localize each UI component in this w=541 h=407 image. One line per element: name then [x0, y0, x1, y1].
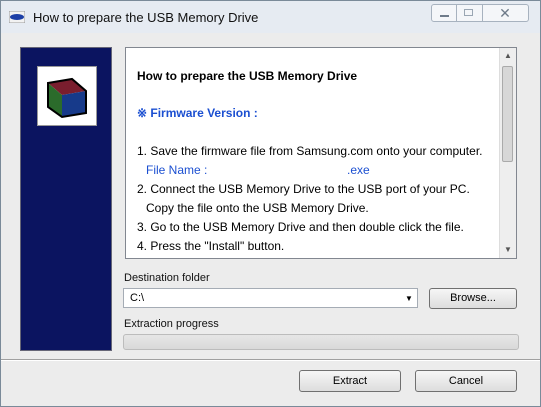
samsung-app-icon — [8, 10, 26, 24]
firmware-version-label: ※ Firmware Version : — [137, 106, 258, 120]
extract-button[interactable]: Extract — [299, 370, 401, 392]
browse-button[interactable]: Browse... — [429, 288, 517, 309]
cancel-button[interactable]: Cancel — [415, 370, 517, 392]
title-bar: How to prepare the USB Memory Drive ✕ — [1, 1, 540, 33]
close-button[interactable]: ✕ — [483, 4, 529, 22]
scroll-down-icon[interactable]: ▼ — [500, 242, 516, 258]
step-3: 3. Go to the USB Memory Drive and then d… — [137, 220, 464, 234]
instructions-heading: How to prepare the USB Memory Drive — [137, 69, 358, 83]
step-2: 2. Connect the USB Memory Drive to the U… — [137, 182, 470, 196]
minimize-button[interactable] — [431, 4, 457, 22]
step-4: 4. Press the "Install" button. — [137, 239, 285, 253]
extraction-progress-label: Extraction progress — [124, 318, 219, 330]
close-icon: ✕ — [499, 5, 511, 21]
step-1: 1. Save the firmware file from Samsung.c… — [137, 144, 483, 158]
installer-window: How to prepare the USB Memory Drive ✕ Ho… — [0, 0, 541, 407]
minimize-icon — [440, 15, 449, 17]
file-name-label: File Name : — [146, 163, 208, 177]
maximize-button[interactable] — [457, 4, 483, 22]
dropdown-arrow-icon[interactable]: ▼ — [403, 293, 415, 305]
window-title: How to prepare the USB Memory Drive — [33, 10, 259, 25]
extraction-progress-bar — [123, 334, 519, 350]
drive-logo-icon — [37, 66, 97, 126]
side-banner — [20, 47, 112, 351]
destination-folder-value: C:\ — [130, 292, 145, 304]
footer-divider-highlight — [1, 360, 540, 361]
maximize-icon — [464, 9, 473, 16]
destination-folder-label: Destination folder — [124, 272, 210, 284]
instructions-scrollbar[interactable]: ▲ ▼ — [499, 48, 516, 258]
step-2-continued: Copy the file onto the USB Memory Drive. — [146, 201, 369, 215]
file-extension: .exe — [347, 163, 370, 177]
destination-folder-combo[interactable]: C:\ ▼ — [123, 288, 418, 308]
instructions-panel[interactable]: How to prepare the USB Memory Drive ※ Fi… — [125, 47, 517, 259]
scroll-up-icon[interactable]: ▲ — [500, 48, 516, 64]
scroll-thumb[interactable] — [502, 66, 513, 162]
